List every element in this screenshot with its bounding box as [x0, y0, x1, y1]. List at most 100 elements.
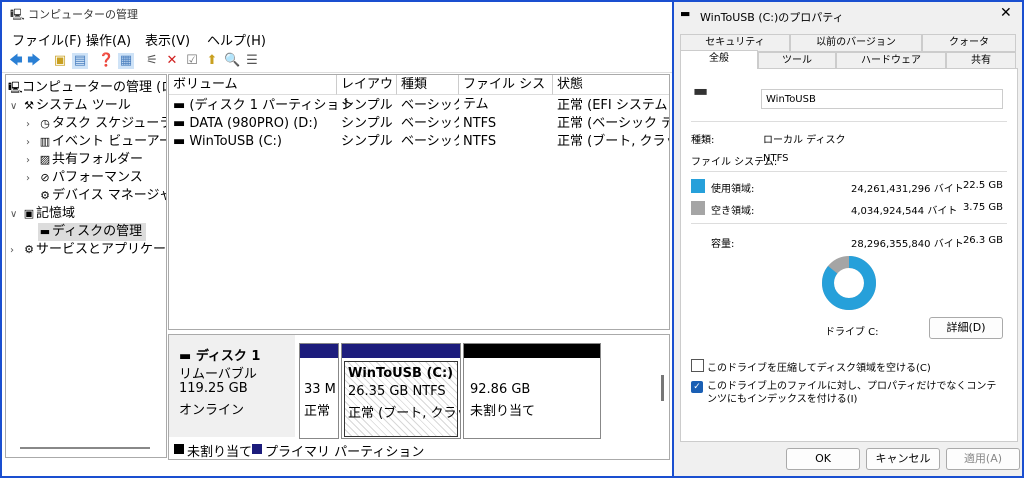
horizontal-scrollbar[interactable] — [20, 447, 150, 449]
forward-icon[interactable]: 🡆 — [26, 53, 42, 69]
tree-item-task-scheduler[interactable]: › ◷ タスク スケジューラ — [26, 115, 167, 134]
ok-button[interactable]: OK — [786, 448, 860, 470]
partition-status: 正常 — [304, 404, 331, 419]
tab-quota[interactable]: クォータ — [922, 34, 1016, 52]
chevron-down-icon[interactable]: ∨ — [10, 98, 22, 116]
tree-item-performance[interactable]: › ⊘ パフォーマンス — [26, 169, 143, 187]
tree-label: タスク スケジューラ — [52, 116, 167, 131]
tree-label: パフォーマンス — [52, 170, 143, 185]
free-gb: 3.75 GB — [962, 202, 1003, 213]
menu-action[interactable]: 操作(A) — [86, 30, 131, 49]
tab-previous-versions[interactable]: 以前のバージョン — [790, 34, 922, 52]
tree-item-root[interactable]: 🖳コンピューターの管理 (ロー — [8, 79, 166, 97]
tree-item-storage[interactable]: ∨ ▣ 記憶域 — [10, 205, 75, 223]
details-button[interactable]: 詳細(D) — [929, 317, 1003, 339]
list-icon[interactable]: ☰ — [244, 53, 260, 69]
connect-icon[interactable]: ⚟ — [144, 53, 160, 69]
table-row[interactable]: ▬ DATA (980PRO) (D:) シンプル ベーシック NTFS 正常 … — [169, 115, 669, 133]
tree-item-disk-management[interactable]: ▬ ディスクの管理 — [38, 223, 147, 241]
status-cell: 正常 (ベーシック デー — [557, 116, 669, 131]
general-tab-panel: ▬ 種類: ローカル ディスク ファイル システム: NTFS 使用領域: 24… — [680, 68, 1018, 442]
disk-icon: ▬ — [39, 225, 51, 238]
tree-label: コンピューターの管理 (ロー — [22, 80, 166, 95]
volume-cell: ▬ (ディスク 1 パーティション 1) — [169, 97, 337, 115]
apply-button[interactable]: 適用(A) — [946, 448, 1020, 470]
partition-status: 正常 (ブート, クラッシ — [348, 406, 460, 421]
legend: 未割り当て プライマリ パーティション — [168, 440, 668, 460]
tree-item-event-viewer[interactable]: › ▥ イベント ビューアー — [26, 133, 166, 152]
tree-label: システム ツール — [36, 98, 131, 113]
tab-general[interactable]: 全般 — [680, 50, 758, 69]
table-row[interactable]: ▬ (ディスク 1 パーティション 1) シンプル ベーシック 正常 (EFI … — [169, 97, 669, 115]
volume-name-input[interactable] — [761, 89, 1003, 109]
vertical-scrollbar[interactable] — [661, 375, 664, 401]
properties-dialog: ▬ WinToUSB (C:)のプロパティ ✕ セキュリティ 以前のバージョン … — [674, 2, 1022, 476]
chevron-right-icon[interactable]: › — [26, 134, 38, 152]
capacity-label: 容量: — [711, 239, 735, 250]
up-folder-icon[interactable]: ▣ — [52, 53, 68, 69]
disk-info[interactable]: ▬ ディスク 1 リムーバブル 119.25 GB オンライン — [169, 335, 295, 437]
filesystem-cell — [459, 97, 553, 115]
chevron-right-icon[interactable]: › — [26, 116, 38, 134]
legend-primary: プライマリ パーティション — [265, 445, 425, 460]
drive-label: ドライブ C: — [825, 327, 879, 338]
properties-icon[interactable]: ▦ — [118, 53, 134, 69]
table-row[interactable]: ▬ WinToUSB (C:) シンプル ベーシック NTFS 正常 (ブート,… — [169, 133, 669, 151]
primary-swatch — [252, 444, 262, 454]
partition-efi[interactable]: 33 M 正常 — [299, 343, 339, 439]
column-header-volume[interactable]: ボリューム — [169, 75, 337, 95]
menu-bar: ファイル(F) 操作(A) 表示(V) ヘルプ(H) — [2, 26, 672, 50]
event-icon: ▥ — [39, 135, 51, 148]
menu-help[interactable]: ヘルプ(H) — [207, 30, 266, 49]
tree-item-system-tools[interactable]: ∨ ⚒ システム ツール — [10, 97, 131, 115]
partition-wintousb[interactable]: WinToUSB (C:) 26.35 GB NTFS 正常 (ブート, クラッ… — [341, 343, 461, 439]
column-header-filesystem[interactable]: ファイル システム — [459, 75, 553, 112]
partition-status: 未割り当て — [470, 404, 536, 419]
show-tree-icon[interactable]: ▤ — [72, 53, 88, 69]
toolbar: 🡄 🡆 ▣ ▤ ❓ ▦ ⚟ ✕ ☑ ⬆ 🔍 ☰ — [2, 50, 672, 73]
chevron-right-icon[interactable]: › — [10, 242, 22, 260]
search-icon[interactable]: 🔍 — [224, 53, 240, 69]
dialog-title: WinToUSB (C:)のプロパティ — [700, 11, 844, 24]
drive-icon: ▬ — [680, 7, 691, 20]
navigation-tree: 🖳コンピューターの管理 (ロー ∨⚒システム ツール ›◷タスク スケジューラ … — [5, 74, 167, 458]
free-label: 空き領域: — [711, 206, 755, 217]
export-icon[interactable]: ⬆ — [204, 53, 220, 69]
tree-item-services[interactable]: ›⚙サービスとアプリケーション — [10, 241, 166, 260]
disk-type: リムーバブル — [179, 367, 257, 382]
type-cell: ベーシック — [401, 116, 459, 131]
tree-item-shared-folders[interactable]: › ▨ 共有フォルダー — [26, 151, 143, 169]
tree-label: サービスとアプリケーション — [36, 242, 166, 257]
drive-icon: ▬ — [173, 134, 190, 149]
column-header-status[interactable]: 状態 — [553, 75, 669, 95]
close-icon[interactable]: ✕ — [1000, 5, 1012, 21]
device-icon: ⚙ — [40, 189, 50, 202]
check-icon[interactable]: ☑ — [184, 53, 200, 69]
column-header-type[interactable]: 種類 — [397, 75, 459, 95]
partition-size: 92.86 GB — [470, 382, 531, 397]
compress-label: このドライブを圧縮してディスク領域を空ける(C) — [707, 363, 931, 374]
back-icon[interactable]: 🡄 — [8, 53, 24, 69]
delete-icon[interactable]: ✕ — [164, 53, 180, 69]
used-bytes: 24,261,431,296 バイト — [851, 184, 964, 195]
menu-view[interactable]: 表示(V) — [145, 30, 190, 49]
partition-size: 26.35 GB NTFS — [348, 384, 446, 399]
status-cell: 正常 (ブート, クラッシ — [557, 134, 669, 149]
chevron-right-icon[interactable]: › — [26, 152, 38, 170]
chevron-right-icon[interactable]: › — [26, 170, 38, 188]
compress-checkbox[interactable] — [691, 359, 704, 372]
volume-cell: ▬ WinToUSB (C:) — [169, 133, 337, 151]
free-swatch — [691, 201, 705, 215]
computer-management-window: 🖳 コンピューターの管理 ファイル(F) 操作(A) 表示(V) ヘルプ(H) … — [2, 2, 672, 476]
chevron-down-icon[interactable]: ∨ — [10, 206, 22, 224]
help-icon[interactable]: ❓ — [98, 53, 114, 69]
partition-size: 33 M — [304, 382, 336, 397]
column-header-layout[interactable]: レイアウト — [337, 75, 397, 112]
menu-file[interactable]: ファイル(F) — [12, 30, 82, 49]
tree-item-device-manager[interactable]: ⚙デバイス マネージャー — [38, 187, 166, 205]
partition-unallocated[interactable]: 92.86 GB 未割り当て — [463, 343, 601, 439]
index-label: このドライブ上のファイルに対し、プロパティだけでなくコンテンツにもインデックスを… — [707, 381, 997, 405]
volume-name: DATA (980PRO) (D:) — [189, 116, 318, 131]
cancel-button[interactable]: キャンセル — [866, 448, 940, 470]
index-checkbox[interactable]: ✓ — [691, 381, 703, 393]
